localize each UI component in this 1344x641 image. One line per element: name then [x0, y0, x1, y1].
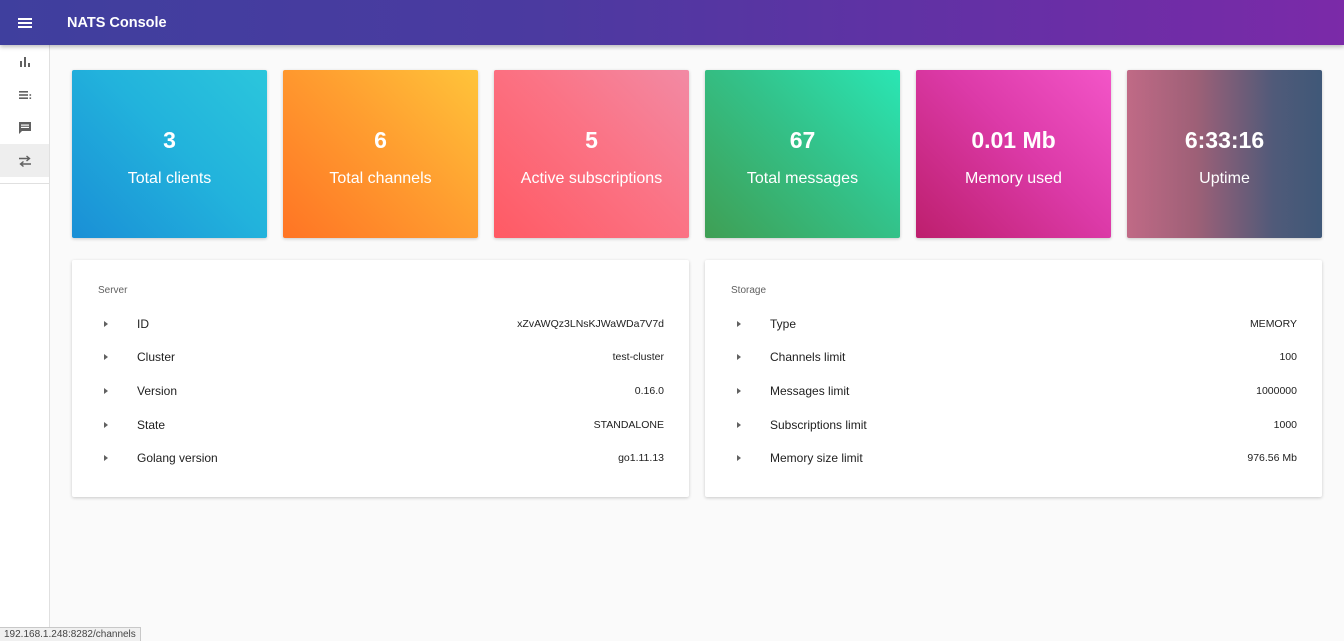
hamburger-menu-icon	[18, 17, 32, 28]
stat-card-active-subscriptions: 5 Active subscriptions	[494, 70, 689, 238]
stat-label: Total channels	[329, 170, 432, 187]
nav-item-clients[interactable]	[0, 144, 49, 177]
server-row-golang-version[interactable]: Golang version go1.11.13	[72, 441, 689, 475]
expand-arrow-icon	[104, 387, 108, 394]
row-key: Version	[137, 383, 178, 398]
expand-arrow-icon	[737, 387, 741, 394]
stat-value: 0.01 Mb	[971, 127, 1056, 153]
storage-row-type[interactable]: Type MEMORY	[705, 307, 1322, 341]
row-value: 100	[1279, 351, 1297, 364]
stat-card-total-channels: 6 Total channels	[283, 70, 478, 238]
server-row-state[interactable]: State STANDALONE	[72, 408, 689, 442]
browser-status-url: 192.168.1.248:8282/channels	[0, 627, 141, 641]
row-key: Messages limit	[770, 383, 850, 398]
storage-panel: Storage Type MEMORY Channels limit 100 M…	[705, 260, 1322, 497]
panel-title: Storage	[731, 285, 767, 296]
storage-row-messages-limit[interactable]: Messages limit 1000000	[705, 374, 1322, 408]
swap-arrows-icon	[18, 154, 31, 167]
stat-card-uptime: 6:33:16 Uptime	[1127, 70, 1322, 238]
server-row-version[interactable]: Version 0.16.0	[72, 374, 689, 408]
stat-label: Total clients	[127, 170, 212, 187]
stat-card-total-clients: 3 Total clients	[72, 70, 267, 238]
storage-row-subscriptions-limit[interactable]: Subscriptions limit 1000	[705, 408, 1322, 442]
server-panel: Server ID xZvAWQz3LNsKJWaWDa7V7d Cluster…	[72, 260, 689, 497]
stat-label: Uptime	[1199, 170, 1250, 187]
stat-card-total-messages: 67 Total messages	[705, 70, 900, 238]
row-value: 1000	[1273, 418, 1297, 431]
row-value: 0.16.0	[634, 384, 664, 397]
stat-label: Memory used	[965, 170, 1062, 187]
row-value: test-cluster	[612, 351, 664, 364]
row-key: State	[137, 417, 166, 432]
row-key: Cluster	[137, 350, 176, 365]
expand-arrow-icon	[104, 455, 108, 462]
expand-arrow-icon	[104, 354, 108, 361]
row-value: 1000000	[1256, 384, 1297, 397]
row-key: Golang version	[137, 451, 218, 466]
row-key: ID	[137, 316, 149, 331]
row-value: MEMORY	[1249, 317, 1297, 330]
message-icon	[18, 121, 31, 134]
row-value: 976.56 Mb	[1247, 452, 1297, 465]
panel-title: Server	[98, 285, 128, 296]
row-key: Subscriptions limit	[770, 417, 867, 432]
app-title: NATS Console	[67, 14, 167, 31]
stat-label: Total messages	[746, 170, 859, 187]
stat-card-memory-used: 0.01 Mb Memory used	[916, 70, 1111, 238]
server-row-id[interactable]: ID xZvAWQz3LNsKJWaWDa7V7d	[72, 307, 689, 341]
stat-value: 67	[789, 127, 816, 153]
expand-arrow-icon	[737, 354, 741, 361]
stat-value: 3	[163, 127, 176, 153]
nav-item-messages[interactable]	[0, 111, 49, 144]
sidebar	[0, 45, 50, 641]
row-value: xZvAWQz3LNsKJWaWDa7V7d	[517, 317, 664, 330]
stat-value: 5	[585, 127, 598, 153]
menu-button[interactable]	[0, 0, 50, 45]
bar-chart-icon	[19, 56, 30, 67]
top-app-bar: NATS Console	[0, 0, 1344, 45]
expand-arrow-icon	[737, 421, 741, 428]
nav-item-channels[interactable]	[0, 78, 49, 111]
row-key: Channels limit	[770, 350, 846, 365]
row-value: STANDALONE	[593, 418, 664, 431]
sidebar-divider	[0, 183, 49, 184]
storage-row-channels-limit[interactable]: Channels limit 100	[705, 341, 1322, 375]
row-key: Type	[770, 316, 797, 331]
storage-row-memory-size-limit[interactable]: Memory size limit 976.56 Mb	[705, 441, 1322, 475]
expand-arrow-icon	[104, 320, 108, 327]
list-icon	[18, 90, 31, 99]
stat-label: Active subscriptions	[520, 170, 663, 187]
row-value: go1.11.13	[618, 452, 664, 465]
stat-value: 6:33:16	[1184, 127, 1265, 153]
row-key: Memory size limit	[770, 451, 863, 466]
server-row-cluster[interactable]: Cluster test-cluster	[72, 341, 689, 375]
expand-arrow-icon	[104, 421, 108, 428]
stats-cards: 3 Total clients 6 Total channels 5 Activ…	[72, 70, 1322, 238]
expand-arrow-icon	[737, 455, 741, 462]
expand-arrow-icon	[737, 320, 741, 327]
stat-value: 6	[374, 127, 387, 153]
nav-item-dashboard[interactable]	[0, 45, 49, 78]
